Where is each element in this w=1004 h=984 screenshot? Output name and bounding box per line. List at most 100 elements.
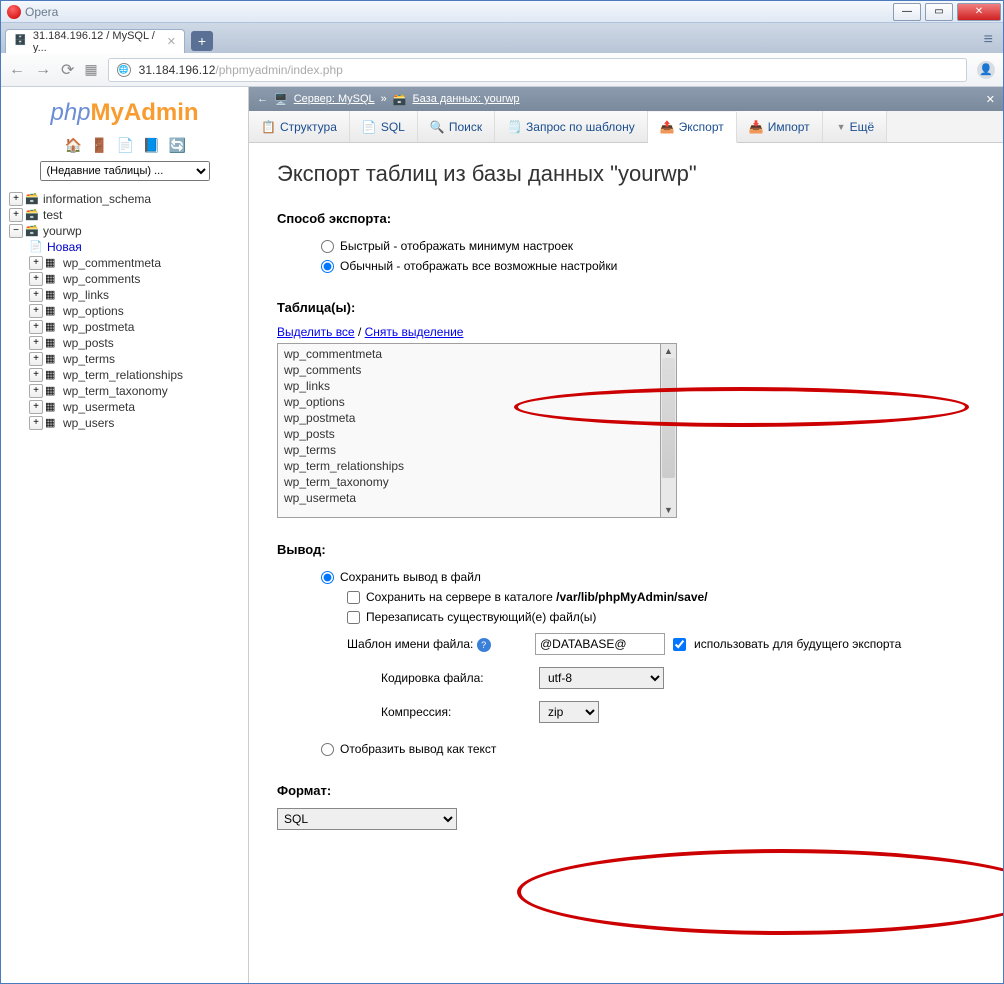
forward-button[interactable]: → bbox=[35, 61, 51, 79]
expand-icon[interactable]: + bbox=[29, 256, 43, 270]
docs-icon[interactable]: 📘 bbox=[143, 137, 159, 153]
overwrite-checkbox[interactable] bbox=[347, 611, 360, 624]
expand-icon[interactable]: + bbox=[29, 384, 43, 398]
expand-icon[interactable]: + bbox=[29, 400, 43, 414]
browser-tab[interactable]: 🗄️ 31.184.196.12 / MySQL / y... ✕ bbox=[5, 29, 185, 53]
table-option[interactable]: wp_terms bbox=[280, 442, 658, 458]
home-icon[interactable]: 🏠 bbox=[65, 137, 81, 153]
collapse-icon[interactable]: − bbox=[9, 224, 23, 238]
table-option[interactable]: wp_comments bbox=[280, 362, 658, 378]
unselect-all-link[interactable]: Снять выделение bbox=[365, 325, 464, 339]
tab-sql[interactable]: 📄SQL bbox=[350, 111, 418, 142]
table-link[interactable]: wp_posts bbox=[63, 336, 114, 350]
save-to-file-radio[interactable] bbox=[321, 571, 334, 584]
use-for-future-label: использовать для будущего экспорта bbox=[694, 637, 901, 651]
tab-import[interactable]: 📥Импорт bbox=[737, 111, 823, 142]
scroll-down-icon[interactable]: ▼ bbox=[661, 503, 676, 517]
method-quick-radio[interactable] bbox=[321, 240, 334, 253]
tab-search[interactable]: 🔍Поиск bbox=[418, 111, 495, 142]
table-link[interactable]: wp_term_relationships bbox=[63, 368, 183, 382]
expand-icon[interactable]: + bbox=[9, 208, 23, 222]
table-option[interactable]: wp_postmeta bbox=[280, 410, 658, 426]
format-label: Формат: bbox=[277, 783, 975, 798]
db-link[interactable]: test bbox=[43, 208, 62, 222]
table-icon: ▦ bbox=[45, 400, 61, 414]
chevron-down-icon: ▼ bbox=[837, 122, 846, 132]
table-scrollbar[interactable]: ▲ ▼ bbox=[661, 343, 677, 518]
method-custom-radio[interactable] bbox=[321, 260, 334, 273]
new-table-link[interactable]: Новая bbox=[47, 240, 82, 254]
expand-icon[interactable]: + bbox=[29, 416, 43, 430]
encoding-select[interactable]: utf-8 bbox=[539, 667, 664, 689]
save-on-server-checkbox[interactable] bbox=[347, 591, 360, 604]
page-title: Экспорт таблиц из базы данных "yourwp" bbox=[277, 161, 975, 187]
expand-icon[interactable]: + bbox=[9, 192, 23, 206]
format-select[interactable]: SQL bbox=[277, 808, 457, 830]
back-button[interactable]: ← bbox=[9, 61, 25, 79]
expand-icon[interactable]: + bbox=[29, 288, 43, 302]
new-tab-button[interactable]: + bbox=[191, 31, 213, 51]
expand-icon[interactable]: + bbox=[29, 320, 43, 334]
expand-icon[interactable]: + bbox=[29, 368, 43, 382]
expand-icon[interactable]: + bbox=[29, 352, 43, 366]
breadcrumb-db[interactable]: База данных: yourwp bbox=[412, 93, 519, 105]
expand-icon[interactable]: + bbox=[29, 272, 43, 286]
select-all-link[interactable]: Выделить все bbox=[277, 325, 355, 339]
table-option[interactable]: wp_term_taxonomy bbox=[280, 474, 658, 490]
table-link[interactable]: wp_comments bbox=[63, 272, 140, 286]
tab-structure[interactable]: 📋Структура bbox=[249, 111, 350, 142]
table-link[interactable]: wp_terms bbox=[63, 352, 115, 366]
table-link[interactable]: wp_postmeta bbox=[63, 320, 134, 334]
compression-select[interactable]: zip bbox=[539, 701, 599, 723]
import-icon: 📥 bbox=[749, 120, 764, 134]
table-link[interactable]: wp_commentmeta bbox=[63, 256, 161, 270]
speed-dial-button[interactable]: ▦ bbox=[84, 61, 97, 78]
search-icon: 🔍 bbox=[430, 120, 445, 134]
breadcrumb-back-icon[interactable]: ← bbox=[257, 93, 268, 105]
expand-icon[interactable]: + bbox=[29, 304, 43, 318]
recent-tables-select[interactable]: (Недавние таблицы) ... bbox=[40, 161, 210, 181]
tab-export[interactable]: 📤Экспорт bbox=[648, 112, 737, 143]
table-option[interactable]: wp_posts bbox=[280, 426, 658, 442]
table-option[interactable]: wp_usermeta bbox=[280, 490, 658, 506]
breadcrumb-close-icon[interactable]: ✕ bbox=[986, 93, 995, 106]
help-icon[interactable]: ? bbox=[477, 638, 491, 652]
db-link[interactable]: yourwp bbox=[43, 224, 82, 238]
breadcrumb-server[interactable]: Сервер: MySQL bbox=[294, 93, 375, 105]
table-multiselect[interactable]: wp_commentmetawp_commentswp_linkswp_opti… bbox=[277, 343, 677, 518]
table-link[interactable]: wp_users bbox=[63, 416, 114, 430]
reload-button[interactable]: ⟳ bbox=[61, 60, 74, 80]
table-icon: ▦ bbox=[45, 384, 61, 398]
table-link[interactable]: wp_term_taxonomy bbox=[63, 384, 168, 398]
table-link[interactable]: wp_options bbox=[63, 304, 124, 318]
table-link[interactable]: wp_usermeta bbox=[63, 400, 135, 414]
reload-nav-icon[interactable]: 🔄 bbox=[169, 137, 185, 153]
table-option[interactable]: wp_options bbox=[280, 394, 658, 410]
close-tab-icon[interactable]: ✕ bbox=[167, 35, 176, 48]
table-option[interactable]: wp_links bbox=[280, 378, 658, 394]
logout-icon[interactable]: 🚪 bbox=[91, 137, 107, 153]
filename-template-input[interactable] bbox=[535, 633, 665, 655]
close-window-button[interactable]: ✕ bbox=[957, 3, 1001, 21]
expand-icon[interactable]: + bbox=[29, 336, 43, 350]
sql-icon[interactable]: 📄 bbox=[117, 137, 133, 153]
db-link[interactable]: information_schema bbox=[43, 192, 151, 206]
tab-menu-icon[interactable]: ≡ bbox=[978, 27, 999, 53]
table-option[interactable]: wp_commentmeta bbox=[280, 346, 658, 362]
use-for-future-checkbox[interactable] bbox=[673, 638, 686, 651]
tab-more[interactable]: ▼Ещё bbox=[823, 111, 887, 142]
user-profile-icon[interactable]: 👤 bbox=[977, 61, 995, 79]
url-input[interactable]: 🌐 31.184.196.12/phpmyadmin/index.php bbox=[108, 58, 967, 82]
display-as-text-radio[interactable] bbox=[321, 743, 334, 756]
pma-sidebar: phpMyAdmin 🏠 🚪 📄 📘 🔄 (Недавние таблицы) … bbox=[1, 87, 249, 983]
maximize-button[interactable]: ▭ bbox=[925, 3, 953, 21]
scroll-up-icon[interactable]: ▲ bbox=[661, 344, 676, 358]
tab-query[interactable]: 🗒️Запрос по шаблону bbox=[495, 111, 648, 142]
scroll-thumb[interactable] bbox=[662, 358, 675, 478]
minimize-button[interactable]: — bbox=[893, 3, 921, 21]
table-icon: ▦ bbox=[45, 336, 61, 350]
structure-icon: 📋 bbox=[261, 120, 276, 134]
export-method-label: Способ экспорта: bbox=[277, 211, 975, 226]
table-link[interactable]: wp_links bbox=[63, 288, 109, 302]
table-option[interactable]: wp_term_relationships bbox=[280, 458, 658, 474]
